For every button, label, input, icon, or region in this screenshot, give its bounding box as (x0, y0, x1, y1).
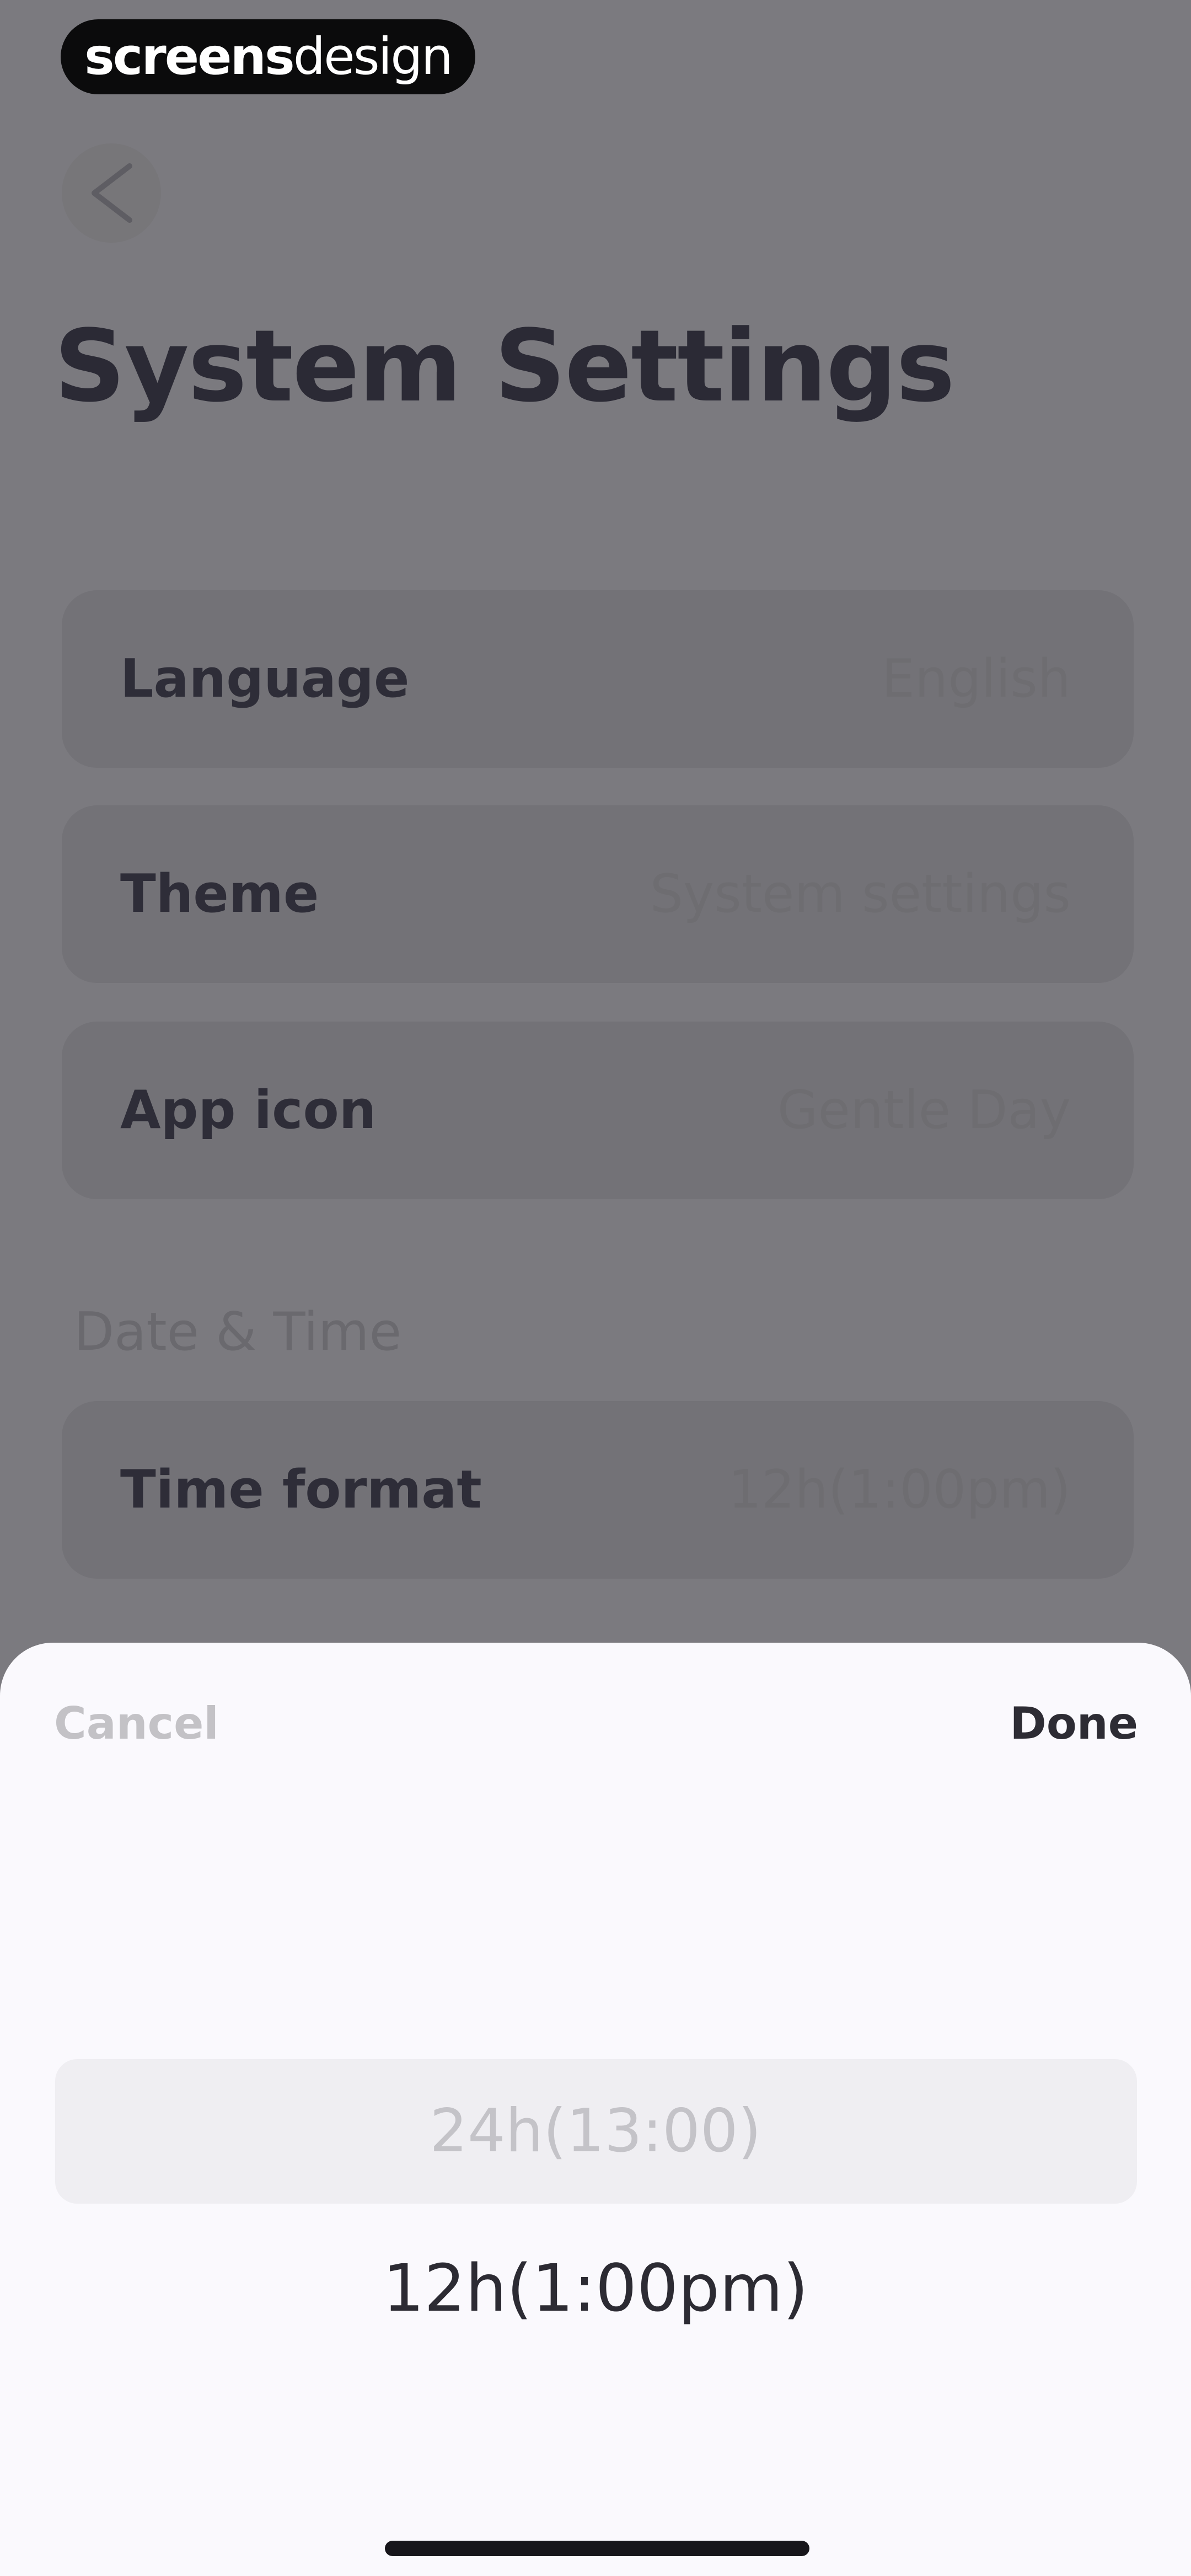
done-button[interactable]: Done (1010, 1698, 1138, 1749)
app-icon-row[interactable]: App icon Gentle Day (62, 1022, 1134, 1199)
home-indicator (385, 2541, 809, 2556)
watermark-text-strong: screens (84, 27, 295, 86)
language-value: English (881, 649, 1071, 709)
picker-option-12h[interactable]: 12h(1:00pm) (0, 2233, 1191, 2343)
date-time-section-label: Date & Time (74, 1302, 402, 1362)
time-format-value: 12h(1:00pm) (728, 1460, 1071, 1520)
language-label: Language (120, 649, 410, 709)
watermark-text-light: design (293, 27, 453, 86)
cancel-button[interactable]: Cancel (54, 1698, 219, 1749)
watermark-logo: screensdesign (61, 19, 475, 94)
back-button[interactable] (62, 143, 161, 243)
page-title: System Settings (54, 309, 955, 424)
app-icon-label: App icon (120, 1080, 377, 1141)
app-icon-value: Gentle Day (777, 1080, 1071, 1141)
time-format-label: Time format (120, 1460, 482, 1520)
theme-row[interactable]: Theme System settings (62, 805, 1134, 983)
theme-value: System settings (650, 864, 1071, 924)
chevron-left-icon (81, 157, 142, 229)
language-row[interactable]: Language English (62, 590, 1134, 768)
theme-label: Theme (120, 864, 319, 924)
picker-option-24h[interactable]: 24h(13:00) (0, 2059, 1191, 2204)
time-format-row[interactable]: Time format 12h(1:00pm) (62, 1401, 1134, 1579)
time-format-picker-sheet: Cancel Done 24h(13:00) 12h(1:00pm) (0, 1643, 1191, 2576)
